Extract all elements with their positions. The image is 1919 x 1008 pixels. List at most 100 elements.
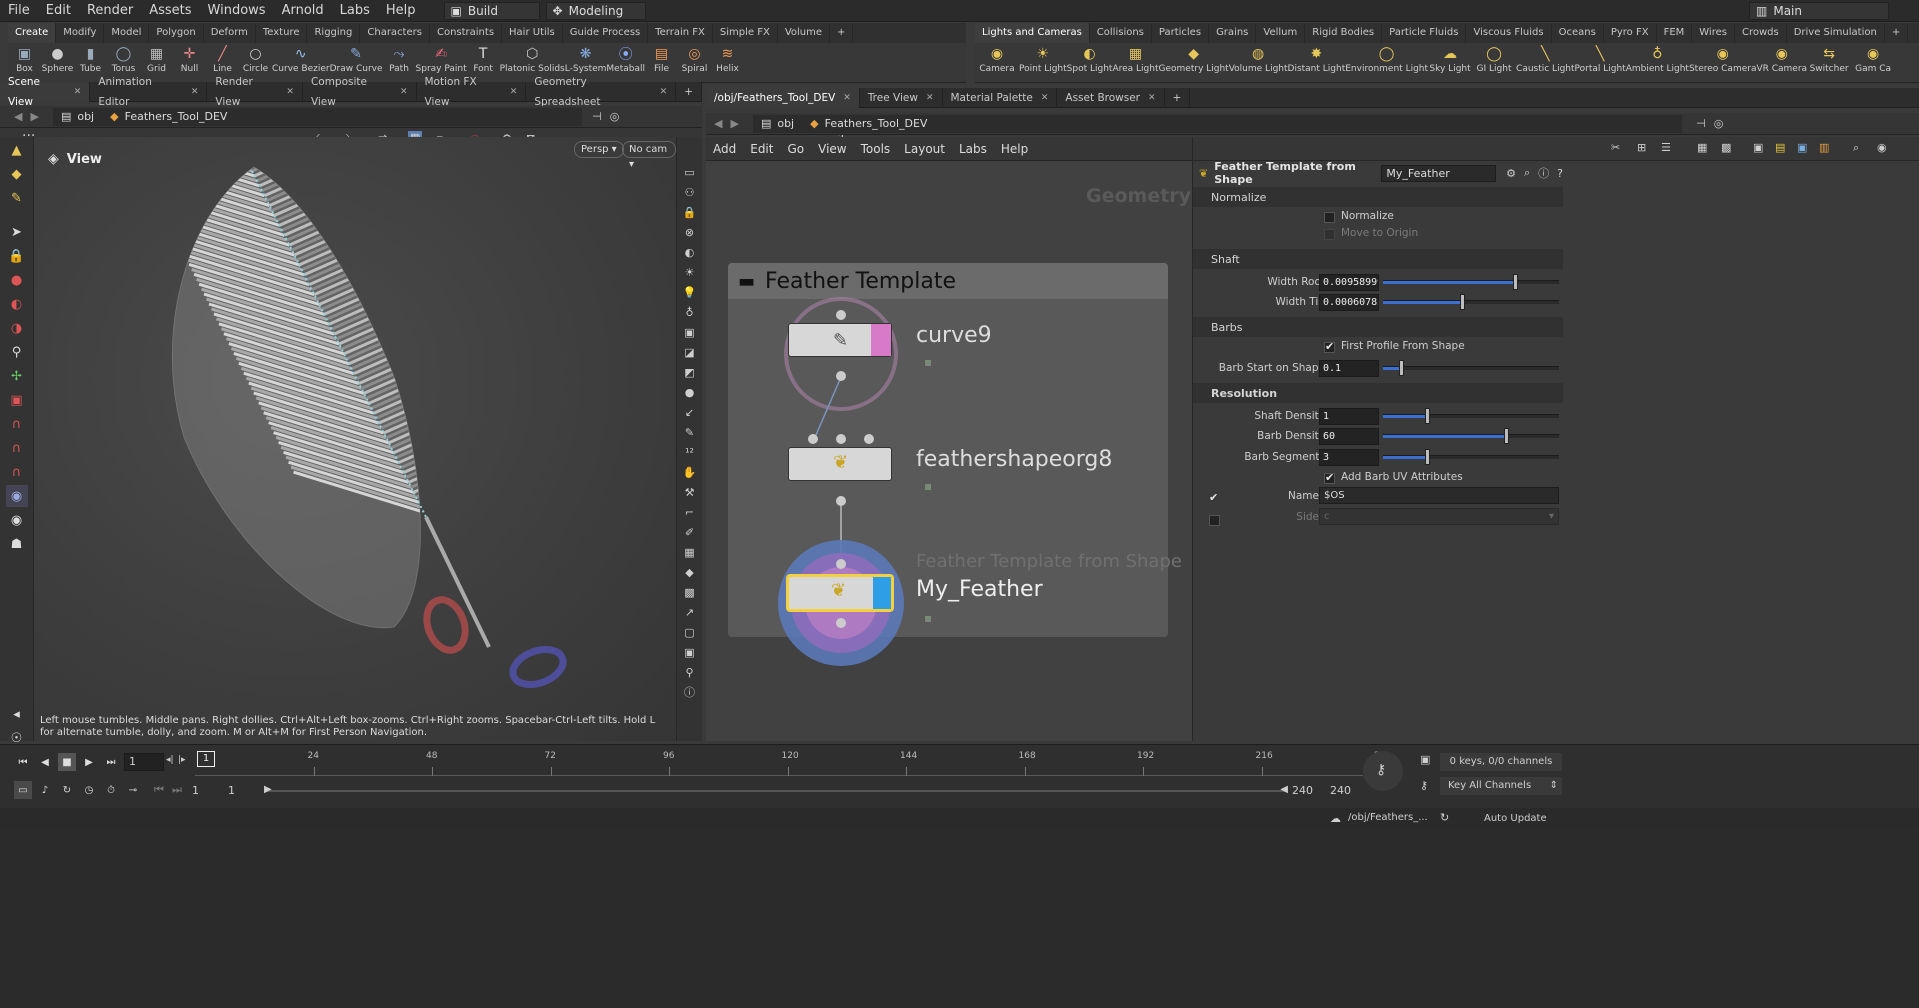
pin-view-icon[interactable]: ⚲ [681, 663, 699, 681]
node-name-field[interactable]: My_Feather [1381, 164, 1497, 182]
status-path[interactable]: /obj/Feathers_... [1348, 812, 1428, 823]
loop-icon[interactable]: ↻ [58, 781, 76, 799]
node-label-my-feather[interactable]: My_Feather [916, 577, 1043, 602]
width-root-slider[interactable] [1383, 274, 1559, 290]
box-select-icon[interactable]: ▣ [6, 389, 28, 411]
menu-arnold[interactable]: Arnold [274, 3, 332, 18]
jump-end-icon[interactable]: ⏭ [102, 753, 120, 771]
current-frame-field[interactable]: 1 [124, 753, 164, 771]
info-icon[interactable]: ⓘ [1538, 165, 1549, 181]
tool-geometry-light[interactable]: ◆ Geometry Light [1159, 43, 1229, 82]
range-slider[interactable]: ▶ ◀ [264, 784, 1288, 795]
clock-icon[interactable]: ◷ [80, 781, 98, 799]
tool-environment-light[interactable]: ◯ Environment Light [1345, 43, 1428, 82]
shelf-tab-modify[interactable]: Modify [56, 23, 105, 43]
range-end-field[interactable]: 240 [1292, 782, 1332, 800]
lights-icon[interactable]: ☀ [681, 263, 699, 281]
key-all-icon[interactable]: ⚷ [1420, 779, 1428, 792]
name-field[interactable]: $OS [1319, 487, 1559, 504]
pane-tab-animation-editor[interactable]: Animation Editor ✕ [90, 76, 208, 108]
keys-panel-icon[interactable]: ▣ [1420, 753, 1430, 766]
cube-icon[interactable]: ▢ [681, 623, 699, 641]
shelf-tab-characters[interactable]: Characters [360, 23, 430, 43]
side-toggle-checkbox[interactable] [1209, 515, 1220, 526]
transform-icon[interactable]: ✢ [6, 365, 28, 387]
arrow-icon[interactable]: ↗ [681, 603, 699, 621]
main-selector[interactable]: ▥ Main [1749, 1, 1889, 20]
play-forward-icon[interactable]: ▶ [80, 753, 98, 771]
barb-density-field[interactable]: 60 [1319, 427, 1379, 445]
bg-image-icon[interactable]: ▣ [1797, 141, 1807, 154]
shelf-tab-model[interactable]: Model [104, 23, 150, 43]
menu-edit[interactable]: Edit [38, 3, 79, 18]
pack-icon[interactable]: ▩ [681, 583, 699, 601]
shelf-tab-wires[interactable]: Wires [1692, 23, 1735, 43]
corner-icon[interactable]: ⌐ [681, 503, 699, 521]
shelf-tab-lights-and-cameras[interactable]: Lights and Cameras [975, 23, 1090, 43]
range-end-arrow-icon[interactable]: ⏭ [172, 783, 182, 797]
tool-gi-light[interactable]: ◯ GI Light [1472, 43, 1516, 82]
shelf-tab-collisions[interactable]: Collisions [1090, 23, 1152, 43]
camera-snap-icon[interactable]: ◉ [1877, 141, 1887, 154]
menu-windows[interactable]: Windows [200, 3, 274, 18]
forward-arrow-icon[interactable]: ▶ [30, 110, 38, 123]
close-tab-icon[interactable]: ✕ [1148, 88, 1156, 108]
help-icon[interactable]: ? [1557, 167, 1563, 180]
node-my-feather[interactable]: ❦ [786, 574, 894, 612]
link-icon[interactable]: ◎ [610, 110, 620, 123]
view-icon[interactable]: ◉ [5, 485, 28, 507]
menu-render[interactable]: Render [79, 3, 141, 18]
palette-icon[interactable]: ▥ [1819, 141, 1829, 154]
shaft-density-slider[interactable] [1383, 408, 1559, 424]
shade-icon[interactable]: ◐ [681, 243, 699, 261]
shelf-tab-vellum[interactable]: Vellum [1256, 23, 1306, 43]
width-tip-slider[interactable] [1383, 294, 1559, 310]
shelf-tab-hair-utils[interactable]: Hair Utils [502, 23, 563, 43]
light-icon[interactable]: ♁ [681, 303, 699, 321]
shelf-tab-pyro-fx[interactable]: Pyro FX [1604, 23, 1657, 43]
shelf-tab-volume[interactable]: Volume [778, 23, 831, 43]
close-tab-icon[interactable]: ✕ [843, 88, 851, 108]
width-root-field[interactable]: 0.00958999 [1319, 273, 1379, 291]
add-shelf-tab-button[interactable]: + [830, 23, 854, 43]
rotate-icon[interactable]: ◐ [6, 293, 28, 315]
play-reverse-icon[interactable]: ◀ [36, 753, 54, 771]
search-icon[interactable]: ⌕ [1853, 141, 1859, 155]
close-tab-icon[interactable]: ✕ [191, 82, 199, 102]
close-tab-icon[interactable]: ✕ [510, 82, 518, 102]
close-tab-icon[interactable]: ✕ [926, 88, 934, 108]
tool-camera[interactable]: ◉ Camera [975, 43, 1019, 82]
pen-blue-icon[interactable]: ✐ [681, 523, 699, 541]
shaft-density-field[interactable]: 1 [1319, 407, 1379, 425]
keys-channels-label[interactable]: 0 keys, 0/0 channels [1440, 753, 1562, 771]
tile-icon[interactable]: ▩ [1721, 141, 1731, 154]
grid-view-icon[interactable]: ▦ [1697, 141, 1707, 154]
eye-icon[interactable]: ◂ [6, 703, 28, 725]
shelf-tab-grains[interactable]: Grains [1209, 23, 1257, 43]
pen-icon[interactable]: ✎ [681, 423, 699, 441]
tool-distant-light[interactable]: ✸ Distant Light [1288, 43, 1346, 82]
add-pane-tab-button[interactable]: + [1165, 87, 1191, 108]
shelf-tab-create[interactable]: Create [8, 23, 57, 43]
camera-flip-icon[interactable]: ◩ [681, 363, 699, 381]
pane-tab-material-palette[interactable]: Material Palette ✕ [943, 87, 1058, 108]
audio-icon[interactable]: ♪ [36, 781, 54, 799]
shelf-tab-particles[interactable]: Particles [1152, 23, 1210, 43]
tool-switcher[interactable]: ⇆ Switcher [1807, 43, 1851, 82]
tool-ambient-light[interactable]: ♁ Ambient Light [1626, 43, 1689, 82]
playhead[interactable]: 1 [197, 751, 215, 767]
menu-labs[interactable]: Labs [332, 3, 378, 18]
close-tab-icon[interactable]: ✕ [74, 82, 82, 102]
pane-tab-scene-view[interactable]: Scene View ✕ [0, 76, 91, 108]
lock-node-icon[interactable]: ▪ [924, 611, 932, 625]
breadcrumb-node[interactable]: ◆ Feathers_Tool_DEV [102, 107, 583, 126]
add-shelf-tab-button[interactable]: + [1885, 23, 1909, 43]
list-icon[interactable]: ☰ [1661, 141, 1671, 154]
range-end-handle[interactable]: ◀ [1280, 784, 1288, 795]
shelf-tab-polygon[interactable]: Polygon [149, 23, 204, 43]
shelf-tab-guide-process[interactable]: Guide Process [563, 23, 649, 43]
barb-start-field[interactable]: 0.1 [1319, 359, 1379, 377]
refresh-icon[interactable]: ↻ [1440, 811, 1449, 824]
close-tab-icon[interactable]: ✕ [1041, 88, 1049, 108]
shelf-tab-simple-fx[interactable]: Simple FX [713, 23, 778, 43]
